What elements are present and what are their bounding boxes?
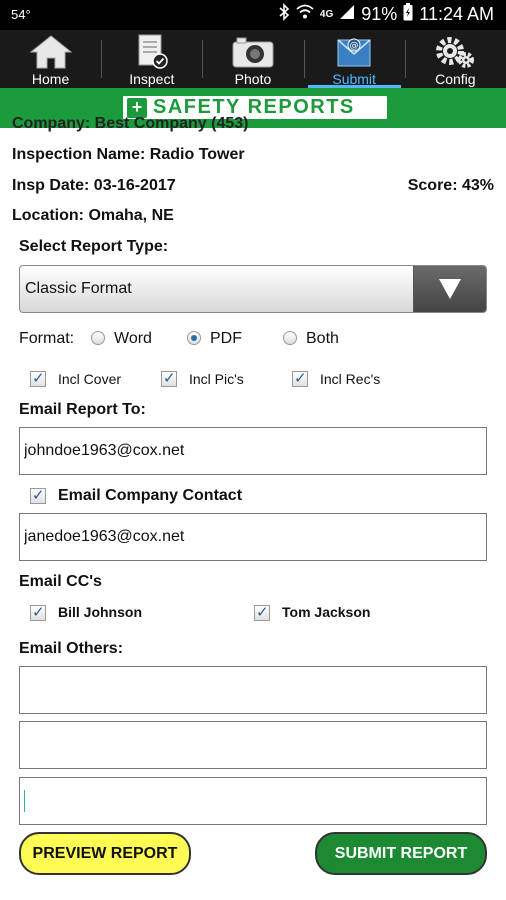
preview-report-button[interactable]: PREVIEW REPORT: [19, 832, 191, 875]
incl-pics-checkbox[interactable]: [161, 369, 177, 387]
cc-bill-johnson-label: Bill Johnson: [58, 604, 142, 620]
inspection-name: Inspection Name: Radio Tower: [12, 146, 245, 163]
email-other-field-1[interactable]: [19, 666, 487, 714]
status-icons: 4G 91% 11:24 AM: [278, 3, 494, 26]
email-submit-icon: @: [304, 34, 405, 70]
svg-text:@: @: [350, 41, 359, 51]
signal-icon: [339, 4, 355, 25]
format-both-label: Both: [306, 330, 339, 347]
camera-icon: [202, 34, 303, 70]
dropdown-toggle-button[interactable]: [413, 266, 486, 312]
nav-label-inspect: Inspect: [129, 71, 175, 87]
nav-item-home[interactable]: Home: [0, 30, 101, 88]
incl-pics-label: Incl Pic's: [189, 371, 244, 387]
email-other-field-3[interactable]: [19, 777, 487, 825]
email-company-contact-label: Email Company Contact: [58, 487, 243, 504]
lte-icon: 4G: [319, 9, 334, 20]
battery-percent: 91%: [361, 4, 398, 24]
nav-label-config: Config: [435, 71, 476, 87]
nav-bar: Home Inspect Photo @ Submit Config: [0, 30, 506, 88]
format-pdf-radio[interactable]: [187, 331, 201, 345]
nav-item-config[interactable]: Config: [404, 30, 506, 88]
cc-tom-jackson-label: Tom Jackson: [282, 604, 371, 620]
status-bar: 54° 4G 91% 11:24 AM: [0, 0, 506, 30]
chevron-down-icon: [439, 279, 461, 299]
email-to-label: Email Report To:: [19, 401, 146, 418]
clock: 11:24 AM: [419, 4, 494, 24]
home-icon: [0, 34, 101, 70]
cc-bill-johnson-checkbox[interactable]: [30, 603, 46, 621]
email-other-field-2[interactable]: [19, 721, 487, 769]
format-both-radio[interactable]: [283, 331, 297, 345]
inspect-clipboard-icon: [101, 34, 202, 70]
nav-label-home: Home: [31, 71, 70, 87]
cc-tom-jackson-checkbox[interactable]: [254, 603, 270, 621]
bluetooth-icon: [278, 3, 290, 26]
report-type-dropdown[interactable]: Classic Format: [19, 265, 487, 313]
incl-cover-label: Incl Cover: [58, 371, 122, 387]
incl-recs-label: Incl Rec's: [320, 371, 381, 387]
report-type-value: Classic Format: [25, 280, 132, 297]
company-line: Company: Best Company (453): [12, 115, 249, 132]
inspection-location: Location: Omaha, NE: [12, 207, 174, 224]
wifi-icon: [296, 4, 314, 25]
inspection-date: Insp Date: 03-16-2017: [12, 177, 176, 194]
gears-icon: [405, 34, 506, 70]
email-to-field[interactable]: [19, 427, 487, 475]
battery-icon: [403, 3, 413, 26]
inspection-score: Score: 43%: [407, 177, 494, 194]
nav-item-submit[interactable]: @ Submit: [303, 30, 405, 88]
format-word-label: Word: [114, 330, 152, 347]
nav-label-photo: Photo: [234, 71, 272, 87]
format-label: Format:: [19, 330, 75, 347]
submit-report-button[interactable]: SUBMIT REPORT: [315, 832, 487, 875]
email-others-label: Email Others:: [19, 640, 124, 657]
nav-label-submit: Submit: [332, 71, 376, 87]
temperature-text: 54°: [11, 7, 31, 22]
incl-cover-checkbox[interactable]: [30, 369, 46, 387]
company-contact-field[interactable]: [19, 513, 487, 561]
incl-recs-checkbox[interactable]: [292, 369, 308, 387]
report-type-label: Select Report Type:: [19, 238, 169, 255]
nav-item-photo[interactable]: Photo: [202, 30, 303, 88]
text-cursor: [24, 790, 25, 812]
format-word-radio[interactable]: [91, 331, 105, 345]
email-company-contact-checkbox[interactable]: [30, 486, 46, 504]
format-pdf-label: PDF: [210, 330, 242, 347]
email-cc-label: Email CC's: [19, 573, 102, 590]
nav-item-inspect[interactable]: Inspect: [101, 30, 202, 88]
